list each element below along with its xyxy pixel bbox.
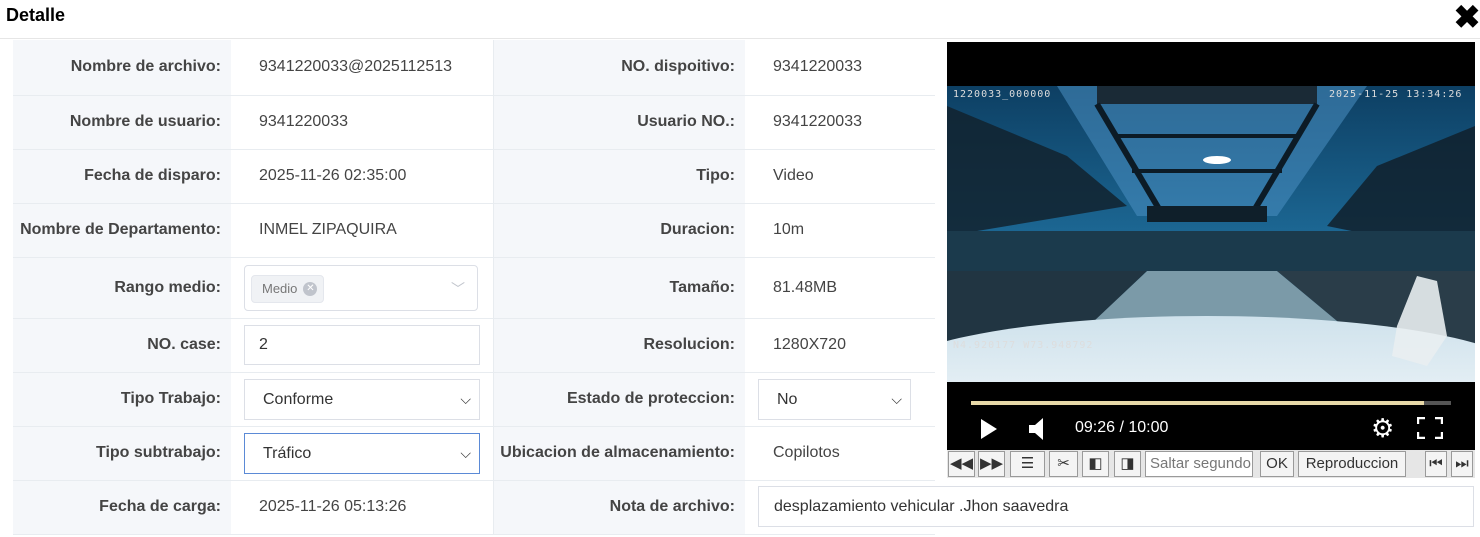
rango-medio-tag-label: Medio bbox=[262, 280, 298, 296]
label-fecha-disparo: Fecha de disparo: bbox=[13, 149, 231, 204]
label-resolucion: Resolucion: bbox=[493, 318, 745, 373]
no-case-cell: 2 bbox=[231, 318, 494, 373]
label-fecha-carga: Fecha de carga: bbox=[13, 480, 231, 535]
value-tipo: Video bbox=[745, 149, 935, 204]
label-no-case: NO. case: bbox=[13, 318, 231, 373]
rango-medio-cell: Medio ✕ ﹀ bbox=[231, 257, 494, 319]
osd-timestamp: 2025-11-25 13:34:26 bbox=[1329, 89, 1463, 100]
chevron-down-icon: ⌵ bbox=[460, 390, 471, 407]
playback-button[interactable]: Reproduccion bbox=[1298, 451, 1406, 477]
dialog-header: Detalle ✖ bbox=[0, 0, 1480, 39]
time-display: 09:26 / 10:00 bbox=[1075, 419, 1169, 436]
skip-start-icon[interactable]: ⏮ bbox=[1425, 451, 1447, 477]
osd-coordinates: N4.920177 W73.948792 bbox=[953, 340, 1094, 351]
list-icon[interactable]: ☰ bbox=[1010, 451, 1045, 477]
chevron-down-icon: ⌵ bbox=[460, 444, 471, 461]
tipo-trabajo-value: Conforme bbox=[263, 390, 334, 408]
value-ubicacion: Copilotos bbox=[745, 426, 935, 481]
video-frame-image bbox=[947, 86, 1475, 382]
ok-button[interactable]: OK bbox=[1260, 451, 1294, 477]
label-no-dispositivo: NO. dispoitivo: bbox=[493, 40, 745, 96]
tipo-trabajo-select[interactable]: Conforme ⌵ bbox=[244, 378, 480, 420]
no-case-input[interactable]: 2 bbox=[244, 325, 480, 365]
chevron-down-icon: ﹀ bbox=[451, 280, 465, 297]
value-departamento: INMEL ZIPAQUIRA bbox=[231, 203, 494, 258]
label-ubicacion: Ubicacion de almacenamiento: bbox=[493, 426, 745, 481]
estado-proteccion-cell: No ⌵ bbox=[745, 372, 935, 427]
value-duracion: 10m bbox=[745, 203, 935, 258]
seek-seconds-input[interactable]: Saltar segundo bbox=[1145, 451, 1253, 477]
value-no-dispositivo: 9341220033 bbox=[745, 40, 935, 96]
prev-frame-icon[interactable]: ◧ bbox=[1082, 451, 1109, 477]
label-nota: Nota de archivo: bbox=[493, 480, 745, 535]
video-frame[interactable]: 1220033_000000 2025-11-25 13:34:26 N4.92… bbox=[947, 86, 1475, 382]
label-duracion: Duracion: bbox=[493, 203, 745, 258]
nota-archivo-input[interactable]: desplazamiento vehicular .Jhon saavedra bbox=[758, 486, 1474, 527]
value-nombre-usuario: 9341220033 bbox=[231, 95, 494, 150]
tipo-subtrabajo-value: Tráfico bbox=[263, 444, 312, 462]
chevron-down-icon: ⌵ bbox=[891, 390, 902, 407]
play-icon[interactable] bbox=[981, 419, 997, 439]
value-usuario-no: 9341220033 bbox=[745, 95, 935, 150]
next-frame-icon[interactable]: ◨ bbox=[1114, 451, 1141, 477]
label-tipo-subtrabajo: Tipo subtrabajo: bbox=[13, 426, 231, 481]
scissors-icon[interactable]: ✂ bbox=[1049, 451, 1078, 477]
value-fecha-disparo: 2025-11-26 02:35:00 bbox=[231, 149, 494, 204]
label-nombre-usuario: Nombre de usuario: bbox=[13, 95, 231, 150]
rewind-icon[interactable]: ◀◀ bbox=[948, 451, 975, 477]
fullscreen-icon[interactable] bbox=[1417, 417, 1443, 439]
label-tipo-trabajo: Tipo Trabajo: bbox=[13, 372, 231, 427]
label-tipo: Tipo: bbox=[493, 149, 745, 204]
gear-icon[interactable]: ⚙ bbox=[1371, 413, 1394, 444]
estado-proteccion-value: No bbox=[777, 390, 798, 408]
tipo-subtrabajo-select[interactable]: Tráfico ⌵ bbox=[244, 432, 480, 474]
value-fecha-carga: 2025-11-26 05:13:26 bbox=[231, 480, 494, 535]
estado-proteccion-select[interactable]: No ⌵ bbox=[758, 378, 911, 420]
close-icon[interactable]: ✖ bbox=[1452, 1, 1480, 33]
tipo-trabajo-cell: Conforme ⌵ bbox=[231, 372, 494, 427]
tag-remove-icon[interactable]: ✕ bbox=[303, 282, 318, 297]
fast-forward-icon[interactable]: ▶▶ bbox=[978, 451, 1005, 477]
label-rango-medio: Rango medio: bbox=[13, 257, 231, 319]
rango-medio-select[interactable]: Medio ✕ ﹀ bbox=[244, 264, 478, 311]
progress-bar[interactable] bbox=[971, 401, 1451, 405]
label-estado-proteccion: Estado de proteccion: bbox=[493, 372, 745, 427]
video-player[interactable]: 1220033_000000 2025-11-25 13:34:26 N4.92… bbox=[947, 42, 1475, 450]
label-usuario-no: Usuario NO.: bbox=[493, 95, 745, 150]
progress-fill bbox=[971, 401, 1424, 405]
value-nombre-archivo: 9341220033@2025112513 bbox=[231, 40, 494, 96]
skip-end-icon[interactable]: ⏭ bbox=[1451, 451, 1473, 477]
rango-medio-tag: Medio ✕ bbox=[251, 274, 325, 303]
label-departamento: Nombre de Departamento: bbox=[13, 203, 231, 258]
value-resolucion: 1280X720 bbox=[745, 318, 935, 373]
detail-form: Nombre de archivo: 9341220033@2025112513… bbox=[13, 40, 935, 535]
value-tamano: 81.48MB bbox=[745, 257, 935, 319]
osd-device-id: 1220033_000000 bbox=[953, 89, 1052, 100]
control-bar: 09:26 / 10:00 ⚙ bbox=[947, 412, 1475, 450]
label-tamano: Tamaño: bbox=[493, 257, 745, 319]
volume-icon[interactable] bbox=[1029, 418, 1047, 440]
label-nombre-archivo: Nombre de archivo: bbox=[13, 40, 231, 96]
dialog-title: Detalle bbox=[6, 5, 66, 25]
player-toolbar: ◀◀ ▶▶ ☰ ✂ ◧ ◨ Saltar segundo OK Reproduc… bbox=[947, 450, 1475, 478]
tipo-subtrabajo-cell: Tráfico ⌵ bbox=[231, 426, 494, 481]
